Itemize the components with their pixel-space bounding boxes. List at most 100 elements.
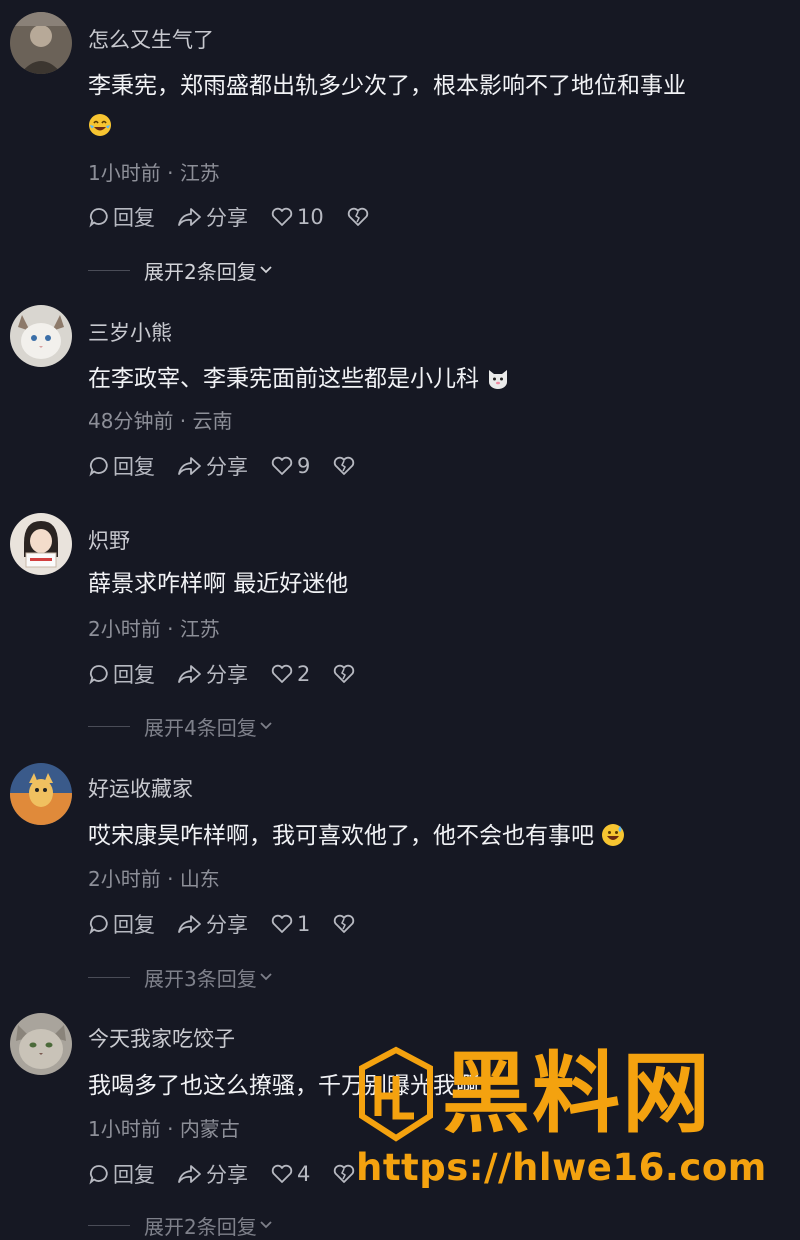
like-count: 4 xyxy=(297,1162,311,1186)
username[interactable]: 今天我家吃饺子 xyxy=(88,1023,235,1053)
divider-line xyxy=(88,976,130,978)
share-button[interactable]: 分享 xyxy=(177,451,248,481)
comment-time: 2小时前 xyxy=(88,867,161,891)
expand-replies-label: 展开3条回复 xyxy=(144,966,257,991)
comment-time: 48分钟前 xyxy=(88,409,174,433)
avatar[interactable] xyxy=(10,763,72,825)
like-button[interactable]: 9 xyxy=(270,454,310,478)
share-button[interactable]: 分享 xyxy=(177,1159,248,1189)
reply-button[interactable]: 回复 xyxy=(88,451,155,481)
expand-replies-label: 展开2条回复 xyxy=(144,1214,257,1239)
watermark-title: 黑料网 xyxy=(442,1042,713,1145)
share-label: 分享 xyxy=(206,455,248,479)
like-button[interactable]: 10 xyxy=(270,205,324,229)
broken-heart-icon xyxy=(334,664,355,683)
comment-bubble-icon xyxy=(89,1165,108,1185)
like-button[interactable]: 4 xyxy=(270,1162,310,1186)
like-count: 1 xyxy=(297,912,311,936)
comment-actions: 回复 分享 1 xyxy=(88,909,381,939)
like-count: 2 xyxy=(297,662,311,686)
share-label: 分享 xyxy=(206,1163,248,1187)
comment-actions: 回复 分享 4 xyxy=(88,1159,381,1189)
heart-icon xyxy=(271,456,293,475)
shield-logo-icon xyxy=(356,1046,436,1142)
chevron-down-icon xyxy=(260,973,272,981)
comment-location: 内蒙古 xyxy=(179,1117,240,1141)
like-button[interactable]: 2 xyxy=(270,662,310,686)
comment-location: 江苏 xyxy=(179,617,220,641)
laughing-crying-emoji-icon xyxy=(88,110,112,136)
username[interactable]: 三岁小熊 xyxy=(88,317,172,347)
share-label: 分享 xyxy=(206,913,248,937)
expand-replies-button[interactable]: 展开3条回复 xyxy=(88,962,275,992)
comment-meta: 1小时前 · 内蒙古 xyxy=(88,1113,240,1142)
comment-location: 云南 xyxy=(192,409,233,433)
comment-text-content: 哎宋康昊咋样啊，我可喜欢他了，他不会也有事吧 xyxy=(88,823,594,849)
username[interactable]: 好运收藏家 xyxy=(88,773,193,803)
comment-text: 在李政宰、李秉宪面前这些都是小儿科 xyxy=(88,359,778,399)
like-button[interactable]: 1 xyxy=(270,912,310,936)
comment-bubble-icon xyxy=(89,915,108,935)
divider-line xyxy=(88,269,130,271)
dislike-button[interactable] xyxy=(332,455,359,477)
comment-time: 2小时前 xyxy=(88,617,161,641)
heart-icon xyxy=(271,664,293,683)
share-button[interactable]: 分享 xyxy=(177,909,248,939)
comment-bubble-icon xyxy=(89,208,108,228)
expand-replies-label: 展开4条回复 xyxy=(144,715,257,740)
share-button[interactable]: 分享 xyxy=(177,659,248,689)
like-count: 10 xyxy=(297,205,324,229)
chevron-down-icon xyxy=(260,1221,272,1229)
reply-label: 回复 xyxy=(113,1163,155,1187)
grinning-sweat-emoji-icon xyxy=(601,820,625,846)
reply-button[interactable]: 回复 xyxy=(88,1159,155,1189)
comment-text-content: 李秉宪，郑雨盛都出轨多少次了，根本影响不了地位和事业 xyxy=(88,73,686,99)
comment-actions: 回复 分享 9 xyxy=(88,451,381,481)
comment-location: 山东 xyxy=(179,867,220,891)
heart-icon xyxy=(271,914,293,933)
comment-text-content: 在李政宰、李秉宪面前这些都是小儿科 xyxy=(88,366,479,392)
comment-meta: 2小时前 · 江苏 xyxy=(88,613,220,642)
avatar[interactable] xyxy=(10,305,72,367)
comment-meta: 2小时前 · 山东 xyxy=(88,863,220,892)
username[interactable]: 怎么又生气了 xyxy=(88,24,214,54)
reply-label: 回复 xyxy=(113,663,155,687)
meta-separator: · xyxy=(160,617,180,641)
comment-text: 李秉宪，郑雨盛都出轨多少次了，根本影响不了地位和事业 xyxy=(88,66,778,146)
expand-replies-button[interactable]: 展开4条回复 xyxy=(88,711,275,741)
comment-text: 薛景求咋样啊 最近好迷他 xyxy=(88,564,778,604)
share-arrow-icon xyxy=(178,208,201,226)
dislike-button[interactable] xyxy=(332,913,359,935)
share-label: 分享 xyxy=(206,206,248,230)
dislike-button[interactable] xyxy=(332,663,359,685)
reply-button[interactable]: 回复 xyxy=(88,909,155,939)
share-arrow-icon xyxy=(178,1165,201,1183)
dislike-button[interactable] xyxy=(346,206,373,228)
heart-icon xyxy=(271,207,293,226)
chevron-down-icon xyxy=(260,266,272,274)
reply-button[interactable]: 回复 xyxy=(88,202,155,232)
meta-separator: · xyxy=(160,867,180,891)
avatar[interactable] xyxy=(10,513,72,575)
watermark-url: https://hlwe16.com xyxy=(356,1146,767,1189)
meta-separator: · xyxy=(160,161,180,185)
expand-replies-button[interactable]: 展开2条回复 xyxy=(88,1210,275,1240)
reply-button[interactable]: 回复 xyxy=(88,659,155,689)
username[interactable]: 炽野 xyxy=(88,525,130,555)
broken-heart-icon xyxy=(347,207,368,226)
comment-text-content: 薛景求咋样啊 最近好迷他 xyxy=(88,571,349,597)
comment-meta: 48分钟前 · 云南 xyxy=(88,405,233,434)
chevron-down-icon xyxy=(260,722,272,730)
comment-time: 1小时前 xyxy=(88,161,161,185)
comment-actions: 回复 分享 2 xyxy=(88,659,381,689)
expand-replies-button[interactable]: 展开2条回复 xyxy=(88,255,275,285)
share-button[interactable]: 分享 xyxy=(177,202,248,232)
comment-bubble-icon xyxy=(89,457,108,477)
broken-heart-icon xyxy=(334,914,355,933)
comment-text: 哎宋康昊咋样啊，我可喜欢他了，他不会也有事吧 xyxy=(88,816,778,856)
avatar[interactable] xyxy=(10,1013,72,1075)
avatar[interactable] xyxy=(10,12,72,74)
expand-replies-label: 展开2条回复 xyxy=(144,259,257,284)
comment-location: 江苏 xyxy=(179,161,220,185)
broken-heart-icon xyxy=(334,1164,355,1183)
